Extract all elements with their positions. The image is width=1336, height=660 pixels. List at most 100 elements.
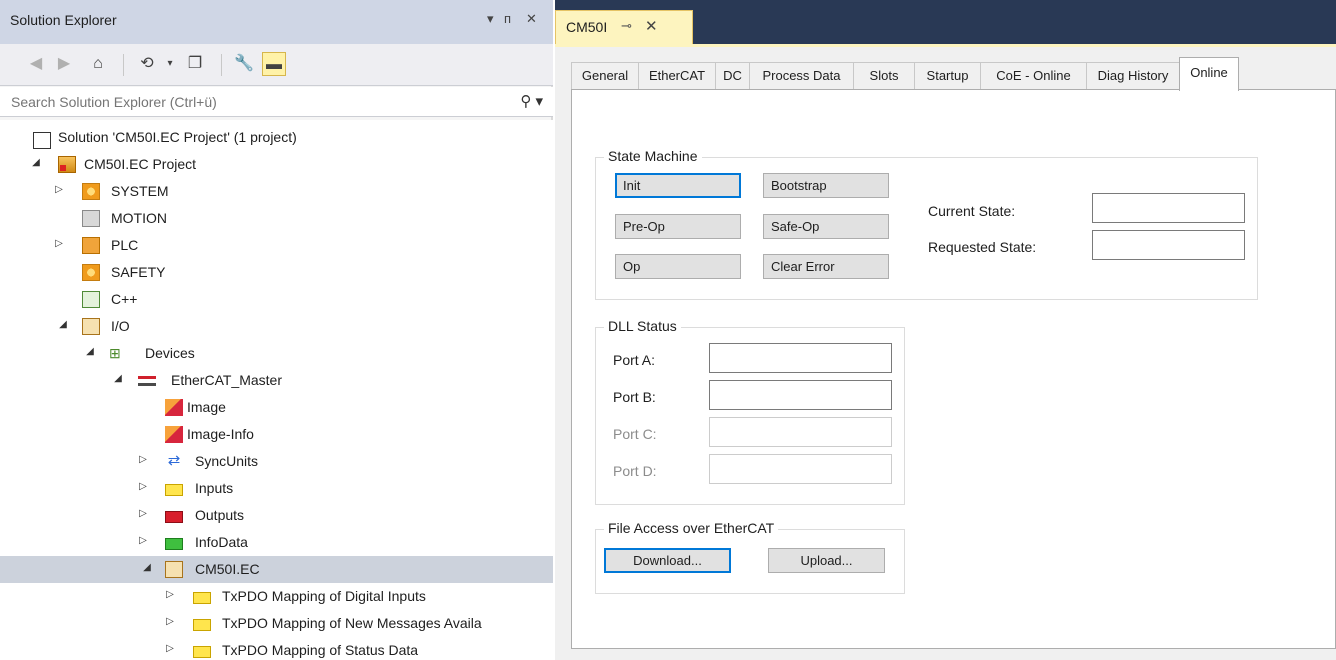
collapse-arrow-icon[interactable]: ◢ bbox=[57, 319, 69, 330]
expand-arrow-icon[interactable]: ▷ bbox=[137, 454, 149, 465]
collapse-arrow-icon[interactable]: ◢ bbox=[84, 346, 96, 357]
window-position-dropdown-icon[interactable]: ▾ bbox=[487, 11, 494, 27]
search-box[interactable]: ⚲ ▾ bbox=[0, 87, 553, 117]
tree-item-inputs[interactable]: ▷ Inputs bbox=[0, 475, 553, 502]
motion-icon bbox=[82, 210, 100, 227]
solution-explorer-pane: Solution Explorer ▾ ᴨ ✕ ◀ ▶ ⌂ ⟲ ▾ ❐ 🔧 ▬ … bbox=[0, 0, 553, 660]
tree-item-txpdo-new-messages[interactable]: ▷ TxPDO Mapping of New Messages Availa bbox=[0, 610, 553, 637]
inputs-icon bbox=[165, 484, 183, 496]
tree-item-txpdo-status-data[interactable]: ▷ TxPDO Mapping of Status Data bbox=[0, 637, 553, 660]
init-button[interactable]: Init bbox=[615, 173, 741, 198]
tree-item-label: CM50I.EC bbox=[195, 561, 260, 577]
tree-item-motion[interactable]: MOTION bbox=[0, 205, 553, 232]
tree-item-solution[interactable]: Solution 'CM50I.EC Project' (1 project) bbox=[0, 124, 553, 151]
clear-error-button[interactable]: Clear Error bbox=[763, 254, 889, 279]
properties-wrench-icon[interactable]: 🔧 bbox=[232, 52, 256, 76]
document-tab-cm50i[interactable]: CM50I ⊸ ✕ bbox=[555, 10, 693, 44]
preop-button[interactable]: Pre-Op bbox=[615, 214, 741, 239]
back-icon[interactable]: ◀ bbox=[24, 52, 48, 76]
device-icon bbox=[165, 561, 183, 578]
download-button[interactable]: Download... bbox=[604, 548, 731, 573]
home-icon[interactable]: ⌂ bbox=[86, 52, 110, 76]
port-a-label: Port A: bbox=[613, 352, 656, 368]
tab-startup[interactable]: Startup bbox=[914, 62, 981, 90]
tree-item-label: EtherCAT_Master bbox=[171, 372, 282, 388]
tab-coe-online[interactable]: CoE - Online bbox=[980, 62, 1087, 90]
tree-item-cpp[interactable]: C++ bbox=[0, 286, 553, 313]
tree-item-image[interactable]: Image bbox=[0, 394, 553, 421]
tab-diag-history[interactable]: Diag History bbox=[1086, 62, 1180, 90]
bootstrap-button[interactable]: Bootstrap bbox=[763, 173, 889, 198]
tree-item-label: PLC bbox=[111, 237, 139, 253]
close-tab-icon[interactable]: ✕ bbox=[645, 17, 658, 35]
port-b-label: Port B: bbox=[613, 389, 656, 405]
collapse-arrow-icon[interactable]: ◢ bbox=[141, 562, 153, 573]
tree-item-label: Inputs bbox=[195, 480, 234, 496]
tree-item-plc[interactable]: ▷ PLC bbox=[0, 232, 553, 259]
safeop-button[interactable]: Safe-Op bbox=[763, 214, 889, 239]
cpp-icon bbox=[82, 291, 100, 308]
search-icon[interactable]: ⚲ ▾ bbox=[520, 92, 543, 110]
port-d-label: Port D: bbox=[613, 463, 657, 479]
close-pane-icon[interactable]: ✕ bbox=[526, 11, 537, 27]
dropdown-arrow-icon[interactable]: ▾ bbox=[158, 52, 182, 76]
preview-selected-icon[interactable]: ▬ bbox=[262, 52, 286, 76]
tree-item-label: Solution 'CM50I.EC Project' (1 project) bbox=[58, 129, 297, 145]
solution-explorer-titlebar: Solution Explorer ▾ ᴨ ✕ bbox=[0, 0, 553, 44]
plc-icon bbox=[82, 237, 100, 254]
tree-item-devices[interactable]: ◢ ⊞ Devices bbox=[0, 340, 553, 367]
tree-item-outputs[interactable]: ▷ Outputs bbox=[0, 502, 553, 529]
upload-button[interactable]: Upload... bbox=[768, 548, 885, 573]
tree-item-label: SyncUnits bbox=[195, 453, 259, 469]
tree-item-infodata[interactable]: ▷ InfoData bbox=[0, 529, 553, 556]
pin-tab-icon[interactable]: ⊸ bbox=[621, 18, 632, 34]
tree-item-io[interactable]: ◢ I/O bbox=[0, 313, 553, 340]
expand-arrow-icon[interactable]: ▷ bbox=[164, 616, 176, 627]
tree-item-label: I/O bbox=[111, 318, 130, 334]
tab-slots[interactable]: Slots bbox=[853, 62, 915, 90]
tab-general[interactable]: General bbox=[571, 62, 639, 90]
tree-item-syncunits[interactable]: ▷ ⇄ SyncUnits bbox=[0, 448, 553, 475]
search-input[interactable] bbox=[0, 87, 510, 116]
collapse-all-icon[interactable]: ❐ bbox=[183, 52, 207, 76]
expand-arrow-icon[interactable]: ▷ bbox=[137, 508, 149, 519]
expand-arrow-icon[interactable]: ▷ bbox=[53, 238, 65, 249]
tree-item-project[interactable]: ◢ CM50I.EC Project bbox=[0, 151, 553, 178]
tab-process-data[interactable]: Process Data bbox=[749, 62, 854, 90]
tree-item-label: C++ bbox=[111, 291, 138, 307]
tree-item-ethercat-master[interactable]: ◢ EtherCAT_Master bbox=[0, 367, 553, 394]
tab-ethercat[interactable]: EtherCAT bbox=[638, 62, 716, 90]
forward-icon[interactable]: ▶ bbox=[52, 52, 76, 76]
state-machine-title: State Machine bbox=[604, 148, 702, 164]
tree-item-txpdo-digital-inputs[interactable]: ▷ TxPDO Mapping of Digital Inputs bbox=[0, 583, 553, 610]
file-access-title: File Access over EtherCAT bbox=[604, 520, 779, 536]
pending-changes-filter-icon[interactable]: ⟲ bbox=[135, 52, 159, 76]
expand-arrow-icon[interactable]: ▷ bbox=[164, 589, 176, 600]
tab-dc[interactable]: DC bbox=[715, 62, 750, 90]
tree-item-safety[interactable]: SAFETY bbox=[0, 259, 553, 286]
expand-arrow-icon[interactable]: ▷ bbox=[164, 643, 176, 654]
file-access-group: File Access over EtherCAT Download... Up… bbox=[595, 520, 905, 594]
image-info-icon bbox=[165, 426, 183, 443]
expand-arrow-icon[interactable]: ▷ bbox=[137, 481, 149, 492]
device-editor: General EtherCAT DC Process Data Slots S… bbox=[555, 47, 1336, 660]
infodata-icon bbox=[165, 538, 183, 550]
op-button[interactable]: Op bbox=[615, 254, 741, 279]
devices-icon: ⊞ bbox=[109, 345, 121, 361]
folder-icon bbox=[193, 646, 211, 658]
folder-icon bbox=[193, 619, 211, 631]
tree-item-cm50i-ec[interactable]: ◢ CM50I.EC bbox=[0, 556, 553, 583]
state-machine-group: State Machine Init Bootstrap Pre-Op Safe… bbox=[595, 148, 1258, 300]
collapse-arrow-icon[interactable]: ◢ bbox=[112, 373, 124, 384]
tab-online[interactable]: Online bbox=[1179, 57, 1239, 91]
solution-icon bbox=[33, 132, 51, 149]
tree-item-system[interactable]: ▷ SYSTEM bbox=[0, 178, 553, 205]
pin-icon[interactable]: ᴨ bbox=[504, 11, 511, 26]
tree-item-label: TxPDO Mapping of Status Data bbox=[222, 642, 419, 658]
expand-arrow-icon[interactable]: ▷ bbox=[137, 535, 149, 546]
ethercat-master-icon bbox=[138, 376, 156, 386]
current-state-field bbox=[1092, 193, 1245, 223]
collapse-arrow-icon[interactable]: ◢ bbox=[30, 157, 42, 168]
tree-item-image-info[interactable]: Image-Info bbox=[0, 421, 553, 448]
expand-arrow-icon[interactable]: ▷ bbox=[53, 184, 65, 195]
